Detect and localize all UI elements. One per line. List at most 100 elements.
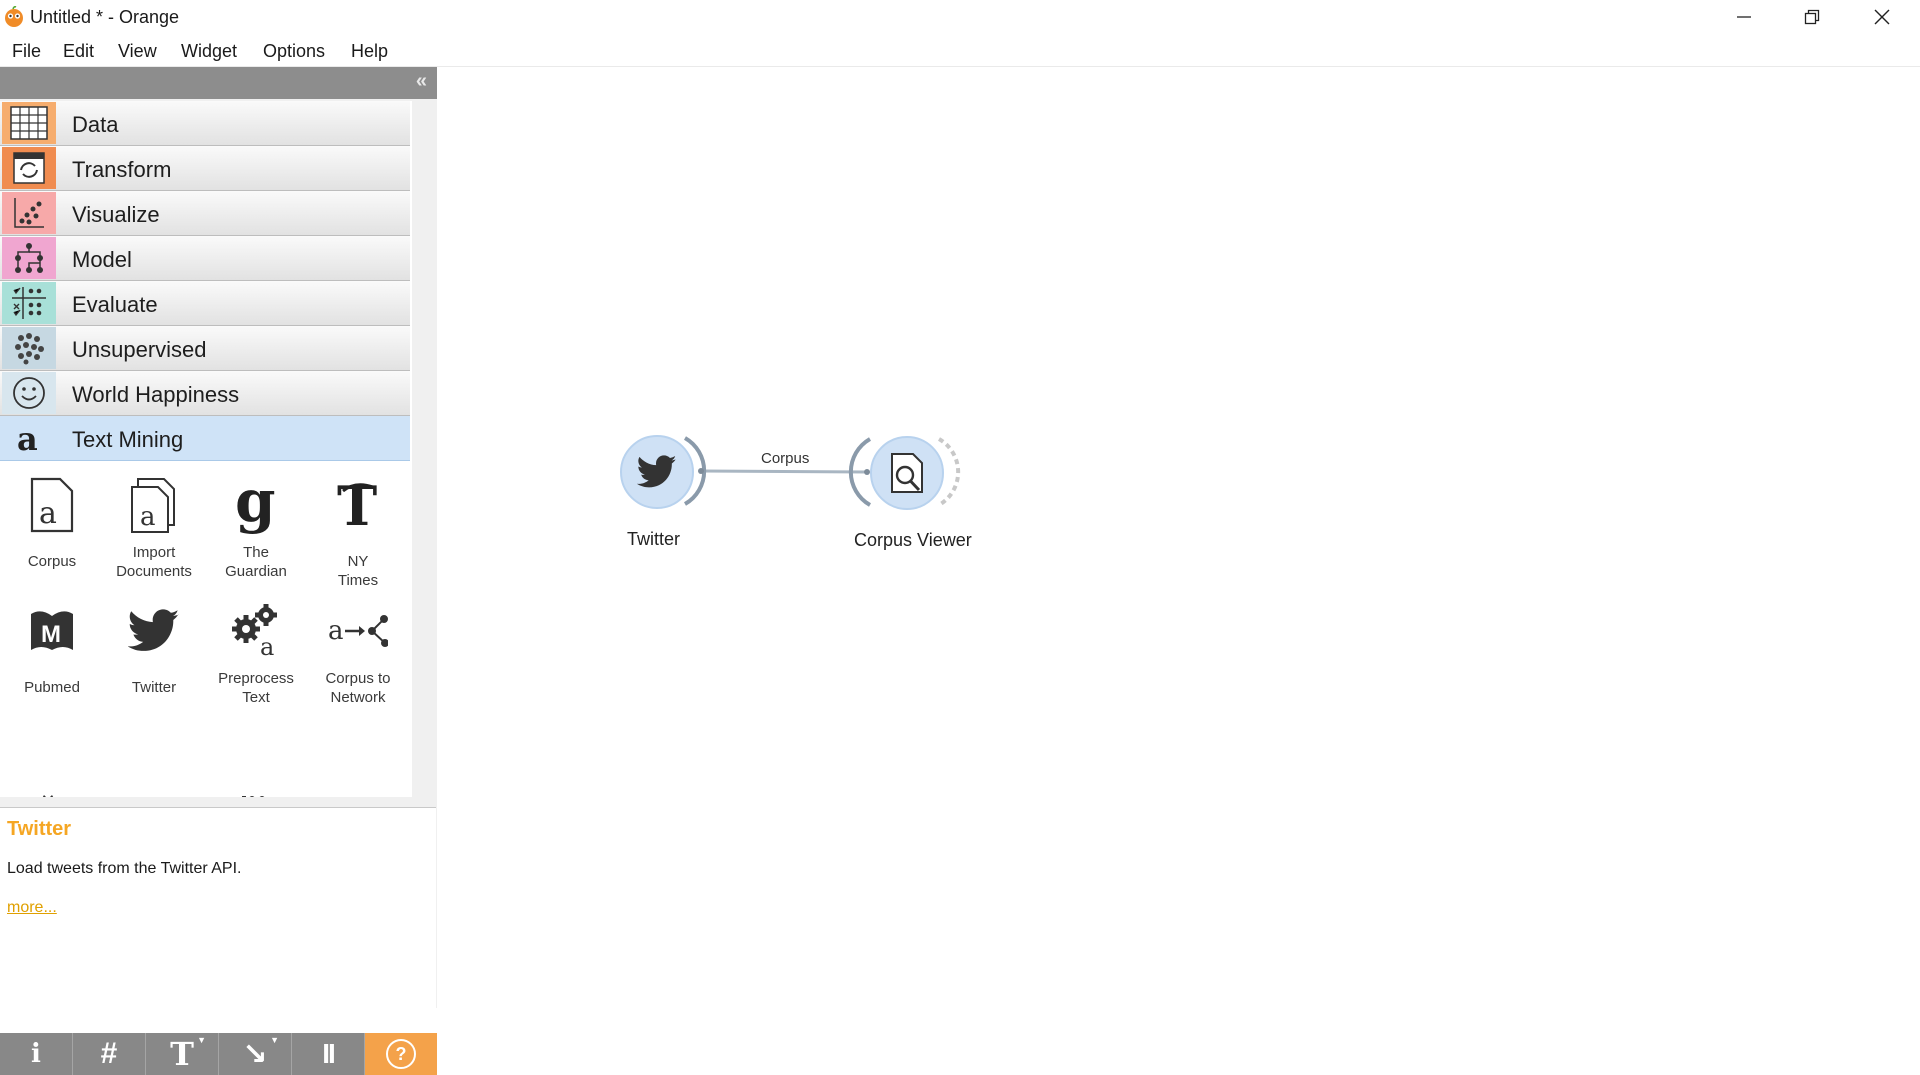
dock-bottom-toolbar: i # T ▼ ↘ ▼ II ? (0, 1033, 437, 1075)
widget-label: Corpus to Network (325, 670, 391, 706)
widget-description-panel: Twitter Load tweets from the Twitter API… (0, 807, 436, 1034)
node-corpus-viewer-label[interactable]: Corpus Viewer (854, 530, 972, 551)
close-icon (1874, 9, 1890, 25)
menu-view[interactable]: View (118, 41, 157, 62)
widget-label: NY Times (337, 553, 379, 589)
node-corpus-viewer[interactable] (870, 436, 944, 510)
description-more-link[interactable]: more... (7, 899, 57, 917)
info-icon: i (31, 1039, 41, 1069)
minimize-button[interactable] (1712, 0, 1776, 34)
category-label: Transform (72, 157, 172, 182)
svg-text:M: M (41, 621, 61, 648)
pause-icon: II (322, 1038, 335, 1069)
evaluate-icon (2, 282, 56, 324)
corpus-to-network-icon: a (328, 599, 388, 663)
table-icon (2, 102, 56, 144)
menu-edit[interactable]: Edit (63, 41, 94, 62)
category-model[interactable]: Model (0, 236, 410, 281)
widget-dock: « Data Transform Visualize Model Evaluat… (0, 67, 438, 1075)
category-data[interactable]: Data (0, 101, 410, 146)
category-label: Model (72, 247, 132, 272)
text-annotation-button[interactable]: T ▼ (146, 1033, 219, 1075)
arrow-annotation-button[interactable]: ↘ ▼ (219, 1033, 292, 1075)
category-label: Evaluate (72, 292, 158, 317)
corpus-link[interactable] (701, 469, 868, 474)
corpus-icon: a (22, 473, 82, 537)
category-unsupervised[interactable]: Unsupervised (0, 326, 410, 371)
text-a-icon: a (2, 417, 56, 459)
smiley-icon (2, 372, 56, 414)
widget-preprocess-text[interactable]: a Preprocess Text (206, 599, 306, 717)
scatter-icon (2, 192, 56, 234)
widget-corpus[interactable]: a Corpus (2, 473, 102, 591)
category-text-mining[interactable]: a Text Mining (0, 416, 410, 461)
arrow-annotation-icon: ↘ (242, 1037, 268, 1071)
close-button[interactable] (1850, 0, 1914, 34)
svg-text:a: a (260, 633, 274, 659)
grid-button[interactable]: # (73, 1033, 146, 1075)
help-button[interactable]: ? (365, 1033, 437, 1075)
twitter-bird-icon (637, 455, 677, 488)
category-label: World Happiness (72, 382, 240, 407)
widget-the-guardian[interactable]: g The Guardian (206, 473, 306, 591)
title-bar: Untitled * - Orange (0, 0, 1920, 36)
description-text: Load tweets from the Twitter API. (7, 860, 242, 877)
import-documents-icon: a (124, 473, 184, 537)
widget-label: The Guardian (225, 544, 287, 580)
widget-label: Corpus (27, 553, 77, 570)
category-visualize[interactable]: Visualize (0, 191, 410, 236)
category-label: Visualize (72, 202, 160, 227)
cluster-icon (2, 327, 56, 369)
pubmed-icon: M (22, 599, 82, 663)
preprocess-gears-icon: a (226, 599, 286, 663)
category-label: Data (72, 112, 119, 137)
category-world-happiness[interactable]: World Happiness (0, 371, 410, 416)
restore-icon (1804, 9, 1820, 25)
guardian-icon: g (226, 473, 286, 537)
pause-button[interactable]: II (292, 1033, 365, 1075)
widget-label: Pubmed (24, 679, 80, 696)
widget-twitter[interactable]: Twitter (104, 599, 204, 717)
help-icon: ? (386, 1039, 416, 1069)
node-twitter-label[interactable]: Twitter (627, 529, 680, 550)
widget-import-documents[interactable]: a Import Documents (104, 473, 204, 591)
svg-text:a: a (39, 496, 57, 531)
widget-label: Twitter (131, 679, 177, 696)
collapse-dock-button[interactable]: « (416, 71, 427, 91)
svg-text:a: a (140, 502, 156, 532)
link-label[interactable]: Corpus (761, 450, 809, 467)
workflow-canvas[interactable]: Corpus Twitter Corpus Viewer (437, 67, 1920, 1008)
next-row-icons-cropped (36, 789, 336, 797)
nytimes-icon: T (328, 473, 388, 537)
category-evaluate[interactable]: Evaluate (0, 281, 410, 326)
svg-text:a: a (328, 616, 344, 646)
description-title: Twitter (7, 818, 72, 840)
svg-text:a: a (17, 421, 38, 455)
menu-options[interactable]: Options (263, 41, 325, 62)
text-annotation-icon: T (170, 1035, 194, 1073)
widget-label: Import Documents (116, 544, 192, 580)
menu-help[interactable]: Help (351, 41, 388, 62)
widget-toolbox: Data Transform Visualize Model Evaluate (0, 101, 412, 797)
menu-file[interactable]: File (12, 41, 41, 62)
restore-button[interactable] (1780, 0, 1844, 34)
twitter-bird-icon (124, 599, 184, 663)
minimize-icon (1737, 16, 1751, 18)
transform-icon (2, 147, 56, 189)
dropdown-arrow-icon: ▼ (270, 1035, 279, 1045)
category-label: Text Mining (72, 427, 184, 452)
widget-corpus-to-network[interactable]: a Corpus to Network (308, 599, 408, 717)
category-transform[interactable]: Transform (0, 146, 410, 191)
menu-widget[interactable]: Widget (181, 41, 237, 62)
window-title: Untitled * - Orange (30, 7, 180, 27)
node-twitter[interactable] (620, 435, 694, 509)
widget-ny-times[interactable]: T NY Times (308, 473, 408, 591)
svg-text:g: g (235, 475, 276, 535)
widget-pubmed[interactable]: M Pubmed (2, 599, 102, 717)
tree-icon (2, 237, 56, 279)
dropdown-arrow-icon: ▼ (197, 1035, 206, 1045)
corpus-viewer-icon (891, 453, 923, 493)
grid-icon: # (100, 1037, 118, 1070)
info-button[interactable]: i (0, 1033, 73, 1075)
category-label: Unsupervised (72, 337, 207, 362)
